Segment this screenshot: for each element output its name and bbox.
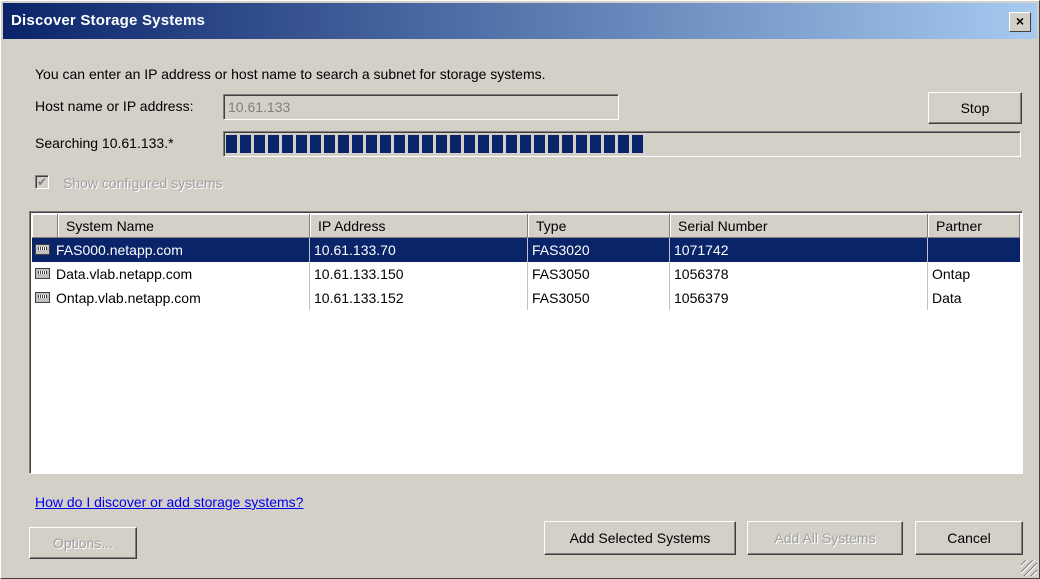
list-header: System Name IP Address Type Serial Numbe… bbox=[32, 214, 1020, 238]
system-name-cell: FAS000.netapp.com bbox=[52, 238, 310, 262]
column-header-partner[interactable]: Partner bbox=[928, 214, 1020, 238]
add-all-systems-button[interactable]: Add All Systems bbox=[747, 521, 903, 555]
table-row[interactable]: Ontap.vlab.netapp.com 10.61.133.152 FAS3… bbox=[32, 286, 1020, 310]
close-button[interactable]: × bbox=[1009, 12, 1031, 32]
serial-number-cell: 1071742 bbox=[670, 238, 928, 262]
type-cell: FAS3050 bbox=[528, 286, 670, 310]
options-button[interactable]: Options... bbox=[29, 527, 137, 559]
column-header-system-name[interactable]: System Name bbox=[58, 214, 310, 238]
ip-address-cell: 10.61.133.150 bbox=[310, 262, 528, 286]
storage-systems-list[interactable]: System Name IP Address Type Serial Numbe… bbox=[29, 211, 1023, 474]
header-icon-column bbox=[32, 214, 58, 238]
system-name-cell: Data.vlab.netapp.com bbox=[52, 262, 310, 286]
window-title: Discover Storage Systems bbox=[11, 12, 206, 29]
ip-address-cell: 10.61.133.152 bbox=[310, 286, 528, 310]
type-cell: FAS3050 bbox=[528, 262, 670, 286]
discover-storage-dialog: Discover Storage Systems × You can enter… bbox=[0, 0, 1040, 579]
ip-address-cell: 10.61.133.70 bbox=[310, 238, 528, 262]
storage-system-icon bbox=[35, 268, 50, 279]
host-input[interactable] bbox=[223, 94, 619, 120]
help-link[interactable]: How do I discover or add storage systems… bbox=[35, 494, 303, 510]
table-row[interactable]: FAS000.netapp.com 10.61.133.70 FAS3020 1… bbox=[32, 238, 1020, 262]
serial-number-cell: 1056378 bbox=[670, 262, 928, 286]
partner-cell bbox=[928, 238, 1020, 262]
cancel-button[interactable]: Cancel bbox=[915, 521, 1023, 555]
column-header-ip-address[interactable]: IP Address bbox=[310, 214, 528, 238]
title-bar[interactable]: Discover Storage Systems × bbox=[3, 3, 1037, 39]
type-cell: FAS3020 bbox=[528, 238, 670, 262]
storage-system-icon bbox=[35, 244, 50, 255]
instructions-text: You can enter an IP address or host name… bbox=[35, 66, 546, 82]
resize-grip-icon[interactable] bbox=[1021, 560, 1037, 576]
search-progress-bar bbox=[223, 131, 1021, 157]
serial-number-cell: 1056379 bbox=[670, 286, 928, 310]
check-mark-icon: ✔ bbox=[36, 175, 48, 189]
add-selected-systems-button[interactable]: Add Selected Systems bbox=[544, 521, 736, 555]
stop-button[interactable]: Stop bbox=[928, 92, 1022, 124]
column-header-serial-number[interactable]: Serial Number bbox=[670, 214, 928, 238]
partner-cell: Data bbox=[932, 290, 962, 306]
table-row[interactable]: Data.vlab.netapp.com 10.61.133.150 FAS30… bbox=[32, 262, 1020, 286]
progress-fill bbox=[226, 135, 646, 153]
storage-system-icon bbox=[35, 292, 50, 303]
show-configured-label: Show configured systems bbox=[63, 175, 223, 191]
search-status-label: Searching 10.61.133.* bbox=[35, 135, 174, 151]
column-header-type[interactable]: Type bbox=[528, 214, 670, 238]
partner-cell: Ontap bbox=[932, 266, 971, 282]
system-name-cell: Ontap.vlab.netapp.com bbox=[52, 286, 310, 310]
show-configured-checkbox[interactable]: ✔ bbox=[35, 175, 49, 189]
host-label: Host name or IP address: bbox=[35, 98, 194, 114]
